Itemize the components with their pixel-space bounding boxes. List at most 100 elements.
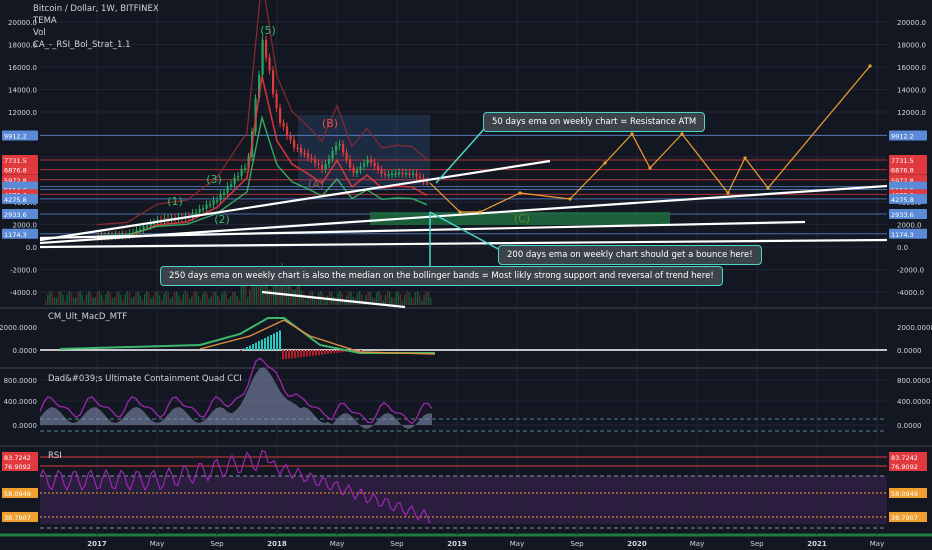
volume-bar (201, 293, 204, 305)
volume-bar (64, 300, 66, 305)
volume-bar (167, 292, 169, 305)
candle-body (146, 226, 149, 228)
volume-bar (247, 297, 249, 305)
volume-bar (425, 291, 427, 305)
volume-bar (70, 292, 73, 305)
macd-signal (199, 319, 436, 355)
x-tick-label: 2019 (447, 540, 467, 548)
level-tag-left-text: 7731.5 (4, 157, 27, 165)
x-tick-label: May (870, 540, 884, 548)
y-tick-left: 0.0 (26, 244, 37, 252)
y-tick-left: -4000.0 (10, 289, 37, 297)
volume-bar (135, 291, 137, 305)
y-tick-left: 14000.0 (8, 87, 37, 95)
volume-bar (105, 294, 107, 305)
rsi-pane-title: RSI (48, 451, 62, 461)
cci-y-tick: 400.0000 (4, 398, 37, 406)
volume-bar (131, 298, 133, 305)
wave-label: (3) (206, 173, 222, 186)
candle-body (426, 181, 429, 183)
macd-hist-bar (294, 350, 296, 358)
volume-bar (229, 296, 232, 305)
y-tick-left: 2000.0 (13, 222, 38, 230)
volume-bar (294, 289, 296, 305)
volume-bar (83, 300, 86, 305)
macd-hist-bar (273, 333, 275, 350)
candle-body (244, 167, 247, 170)
macd-hist-bar (318, 350, 320, 356)
volume-bar (88, 291, 90, 305)
candle-body (198, 208, 201, 213)
x-tick-label: May (690, 540, 704, 548)
candle-body (370, 159, 373, 163)
macd-hist-bar (306, 350, 308, 357)
volume-bar (393, 298, 395, 305)
volume-bar (57, 292, 60, 305)
volume-bar (225, 293, 227, 305)
chart-legend: Bitcoin / Dollar, 1W, BITFINEX TEMA Vol … (33, 3, 159, 51)
x-tick-label: 2017 (87, 540, 107, 548)
macd-hist-bar (267, 336, 269, 350)
level-tag-right-text: 9912.2 (891, 132, 914, 140)
volume-bar (324, 299, 326, 305)
candle-body (282, 123, 285, 127)
x-tick-label: Sep (210, 540, 224, 548)
wave-label: (2) (214, 213, 230, 226)
volume-bar (348, 291, 350, 305)
candle-body (226, 185, 229, 193)
volume-bar (72, 297, 75, 305)
macd-pane-title: CM_Ult_MacD_MTF (48, 312, 128, 322)
volume-bar (300, 291, 303, 305)
candle-body (359, 166, 362, 171)
y-tick-left: 16000.0 (8, 64, 37, 72)
volume-bar (51, 292, 53, 305)
volume-bar (49, 291, 51, 305)
candle-body (331, 150, 334, 159)
volume-bar (305, 299, 307, 305)
volume-bar (423, 294, 425, 305)
volume-bar (408, 292, 410, 305)
level-tag-right-text: 6876.8 (891, 167, 914, 175)
projection-node (726, 191, 730, 195)
macd-hist-bar (285, 350, 287, 359)
cci-y-tick: 800.0000 (897, 377, 930, 385)
candle-body (300, 148, 303, 153)
volume-bar (386, 291, 389, 305)
volume-bar (85, 294, 88, 305)
candle-body (286, 126, 289, 136)
candle-body (373, 162, 376, 167)
projection-node (568, 197, 572, 201)
x-tick-label: May (150, 540, 164, 548)
volume-bar (395, 292, 397, 305)
volume-bar (193, 291, 195, 305)
volume-bar (421, 300, 423, 305)
projection-node (868, 64, 872, 68)
macd-hist-bar (288, 350, 290, 359)
volume-bar (152, 296, 154, 305)
volume-bar (107, 291, 109, 305)
candle-body (349, 159, 352, 168)
volume-bar (109, 292, 111, 305)
volume-bar (75, 297, 77, 305)
volume-bar (217, 295, 219, 305)
candle-body (275, 93, 278, 108)
macd-hist-bar (249, 345, 251, 350)
projection-node (766, 186, 770, 190)
candle-body (408, 173, 411, 175)
volume-bar (45, 301, 47, 305)
volume-bar (427, 292, 430, 305)
candle-body (380, 169, 383, 174)
candle-body (202, 208, 205, 211)
volume-bar (206, 293, 208, 305)
y-tick-right: 16000.0 (897, 64, 926, 72)
candle-body (345, 152, 348, 160)
volume-bar (232, 291, 234, 305)
volume-bar (208, 298, 210, 305)
candle-body (335, 145, 338, 151)
volume-bar (81, 294, 83, 305)
macd-hist-bar (333, 350, 335, 354)
y-tick-right: -2000.0 (897, 267, 924, 275)
macd-hist-bar (279, 330, 281, 350)
volume-bar (244, 283, 247, 305)
candle-body (401, 172, 404, 175)
